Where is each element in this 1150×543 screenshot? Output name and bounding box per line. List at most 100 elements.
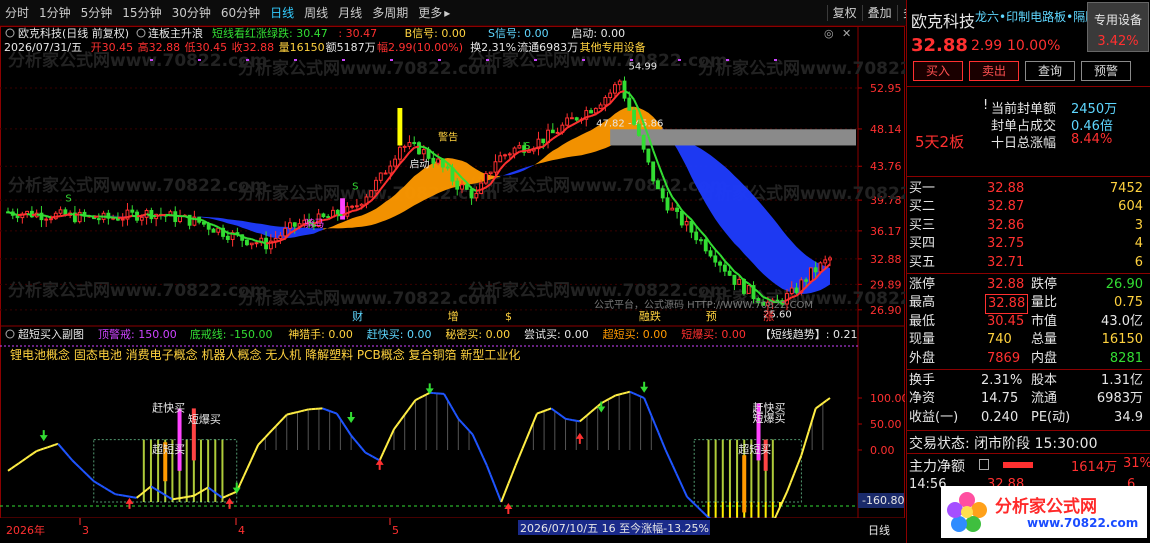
industry-box[interactable]: 专用设备 3.42% [1087, 2, 1149, 52]
oscillator-line [179, 496, 184, 500]
main-net-row: 主力净额 1614万 31% [907, 455, 1150, 475]
trade-button-1[interactable]: 卖出 [969, 61, 1020, 81]
bid-price: 32.86 [987, 217, 1025, 233]
main-legend-item: S信号: 0.00 [488, 27, 549, 40]
bid-row[interactable]: 买二 32.87 604 [909, 198, 1147, 216]
trade-button-2[interactable]: 查询 [1025, 61, 1076, 81]
short-trend-line [41, 214, 47, 217]
candle-body [139, 216, 144, 221]
pane-close-icon[interactable]: ✕ [842, 27, 851, 40]
short-trend-line [189, 217, 195, 221]
oscillator-line [343, 423, 349, 431]
tab-period-2[interactable]: 5分钟 [76, 0, 118, 26]
oscillator-line [282, 413, 288, 420]
tab-period-3[interactable]: 15分钟 [117, 0, 166, 26]
divider-1 [907, 86, 1150, 87]
oscillator-line [111, 491, 116, 496]
site-url[interactable]: www.70822.com [1027, 516, 1138, 530]
short-trend-line [79, 213, 85, 217]
short-trend-line [538, 145, 544, 149]
candle-body [555, 131, 560, 134]
oscillator-line [536, 411, 541, 415]
oscillator-line [107, 489, 113, 493]
bid-price: 32.88 [987, 181, 1025, 196]
chart-area[interactable]: 欧克科技(日线 前复权) 连板主升浪 短线看红涨绿跌: 30.47: 30.47 B信… [0, 26, 905, 543]
tab-period-6[interactable]: 日线 [265, 0, 299, 26]
tab-period-5[interactable]: 60分钟 [216, 0, 265, 26]
site-name: 分析家公式网 [995, 497, 1097, 517]
oscillator-line [378, 452, 385, 461]
tab-period-0[interactable]: 分时 [0, 0, 34, 26]
event-marker[interactable]: 涨 [763, 310, 774, 323]
candle-body [378, 172, 383, 181]
oscillator-line [364, 451, 370, 456]
candle-body [613, 84, 617, 94]
oscillator-line [332, 411, 338, 415]
stat-value: 740 [987, 332, 1012, 348]
bid-row[interactable]: 买五 32.71 6 [909, 254, 1147, 272]
short-trend-line [65, 213, 71, 217]
candle-body [718, 261, 723, 266]
oscillator-line [172, 497, 177, 501]
toolbar-button-1[interactable]: 叠加 [863, 0, 897, 26]
volume-signal-bar [207, 439, 210, 502]
pane-toggle-icon[interactable]: ◎ [824, 27, 834, 40]
bid-row[interactable]: 买四 32.75 4 [909, 235, 1147, 253]
candle-body [541, 138, 546, 144]
short-trend-line [504, 158, 511, 165]
candle-body [703, 239, 708, 252]
trade-button-0[interactable]: 买入 [913, 61, 964, 81]
oscillator-line [657, 432, 663, 442]
main-legend-item: 启动: 0.00 [571, 27, 625, 40]
sub-legend-item: 赶快买: 0.00 [367, 327, 432, 341]
event-marker[interactable]: $ [505, 310, 512, 323]
sub-pane-menu-icon[interactable] [5, 329, 15, 339]
event-marker[interactable]: 增 [448, 309, 459, 323]
main-net-label: 主力净额 [909, 459, 965, 475]
oscillator-line [804, 431, 810, 444]
tab-period-7[interactable]: 周线 [299, 0, 333, 26]
fin-value: 34.9 [1114, 409, 1143, 425]
oscillator-line [503, 483, 510, 494]
seal-row: ! 当前封单额 2450万 [983, 98, 1147, 117]
buy-signal-bar [177, 408, 182, 471]
sub-title: 超短买入副图 [18, 327, 84, 341]
candle-body [670, 207, 675, 211]
oscillator-line [268, 429, 274, 435]
toolbar-button-0[interactable]: 复权 [828, 0, 862, 26]
tab-period-1[interactable]: 1分钟 [34, 0, 76, 26]
up-arrow-icon [504, 503, 513, 515]
tab-period-9[interactable]: 多周期 [367, 0, 413, 26]
pane-menu-icon[interactable] [5, 28, 15, 38]
concept-tags: 锂电池概念 固态电池 消费电子概念 机器人概念 无人机 降解塑料 PCB概念 复… [10, 347, 520, 362]
oscillator-line [693, 503, 699, 508]
candle-body [249, 242, 254, 246]
candle-body [808, 267, 813, 282]
bid-row[interactable]: 买一 32.88 7452 [909, 180, 1147, 198]
oscillator-line [671, 465, 678, 474]
bid-row[interactable]: 买三 32.86 3 [909, 217, 1147, 235]
oscillator-line [482, 457, 488, 467]
oscillator-line [339, 418, 345, 426]
bid-price: 32.75 [987, 236, 1025, 252]
tab-period-4[interactable]: 30分钟 [167, 0, 216, 26]
tab-period-8[interactable]: 月线 [333, 0, 367, 26]
oscillator-line [607, 396, 613, 401]
candle-body [732, 274, 737, 285]
sub-current-value: -160.80 [862, 494, 904, 507]
main-net-icon[interactable] [979, 459, 989, 470]
stock-tag[interactable]: 龙六•印制电路板•隔膜 [975, 8, 1089, 25]
oscillator-line [443, 393, 449, 401]
y-tick-label: 43.76 [870, 160, 902, 173]
tab-period-10[interactable]: 更多 ▸ [413, 0, 455, 26]
formula-icon[interactable] [136, 28, 146, 38]
event-marker[interactable]: 融跌 [639, 309, 661, 323]
event-marker[interactable]: 预 [706, 310, 717, 323]
trade-button-3[interactable]: 预警 [1081, 61, 1132, 81]
oscillator-line [507, 474, 513, 485]
candle-body [388, 165, 393, 174]
watermark-text: 分析家公式网www.70822.com [468, 280, 728, 301]
event-marker[interactable]: 财 [352, 309, 363, 323]
oscillator-line [85, 473, 91, 479]
period-label[interactable]: 日线 [868, 523, 890, 537]
